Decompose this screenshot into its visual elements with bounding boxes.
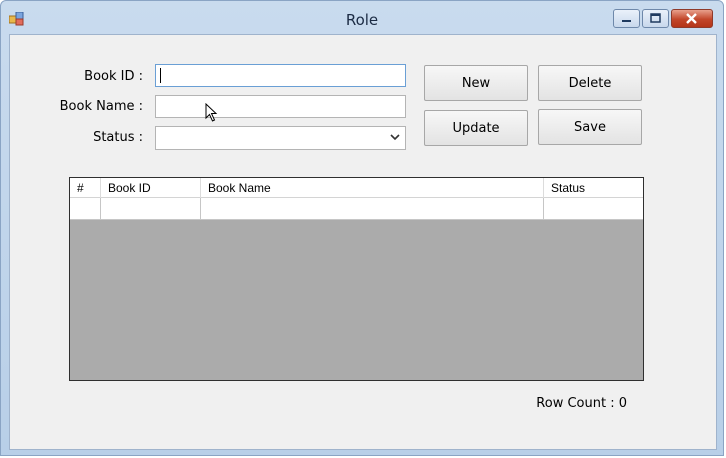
minimize-icon [622,20,631,22]
book-id-field[interactable] [155,64,406,87]
new-button[interactable]: New [424,65,528,101]
row-cell-book-name[interactable] [201,198,544,220]
close-button[interactable] [671,9,713,28]
grid-header: # Book ID Book Name Status [70,178,643,198]
minimize-button[interactable] [613,9,640,28]
text-caret [160,68,161,83]
book-name-field[interactable] [155,95,406,118]
status-dropdown[interactable] [155,126,406,150]
chevron-down-icon [390,134,400,141]
update-button[interactable]: Update [424,110,528,146]
close-icon [686,13,697,24]
column-header-index[interactable]: # [70,178,101,198]
save-button[interactable]: Save [538,109,642,145]
row-cell-status[interactable] [544,198,643,220]
row-cell-index[interactable] [70,198,101,220]
book-name-label: Book Name : [59,99,143,114]
maximize-button[interactable] [642,9,669,28]
column-header-book-name[interactable]: Book Name [201,178,544,198]
column-header-book-id[interactable]: Book ID [101,178,201,198]
form-client-area: Book ID : Book Name : Status : New Delet… [9,34,717,450]
status-label: Status : [93,130,143,145]
column-header-status[interactable]: Status [544,178,643,198]
maximize-icon [650,13,661,23]
delete-button[interactable]: Delete [538,65,642,101]
mouse-cursor-icon [205,103,218,122]
row-count-label: Row Count : 0 [536,396,627,411]
book-id-label: Book ID : [84,69,143,84]
table-row[interactable] [70,198,643,220]
row-cell-book-id[interactable] [101,198,201,220]
data-grid[interactable]: # Book ID Book Name Status [69,177,644,381]
app-window: Role Book ID : Book Name: Status: New … [0,0,724,456]
